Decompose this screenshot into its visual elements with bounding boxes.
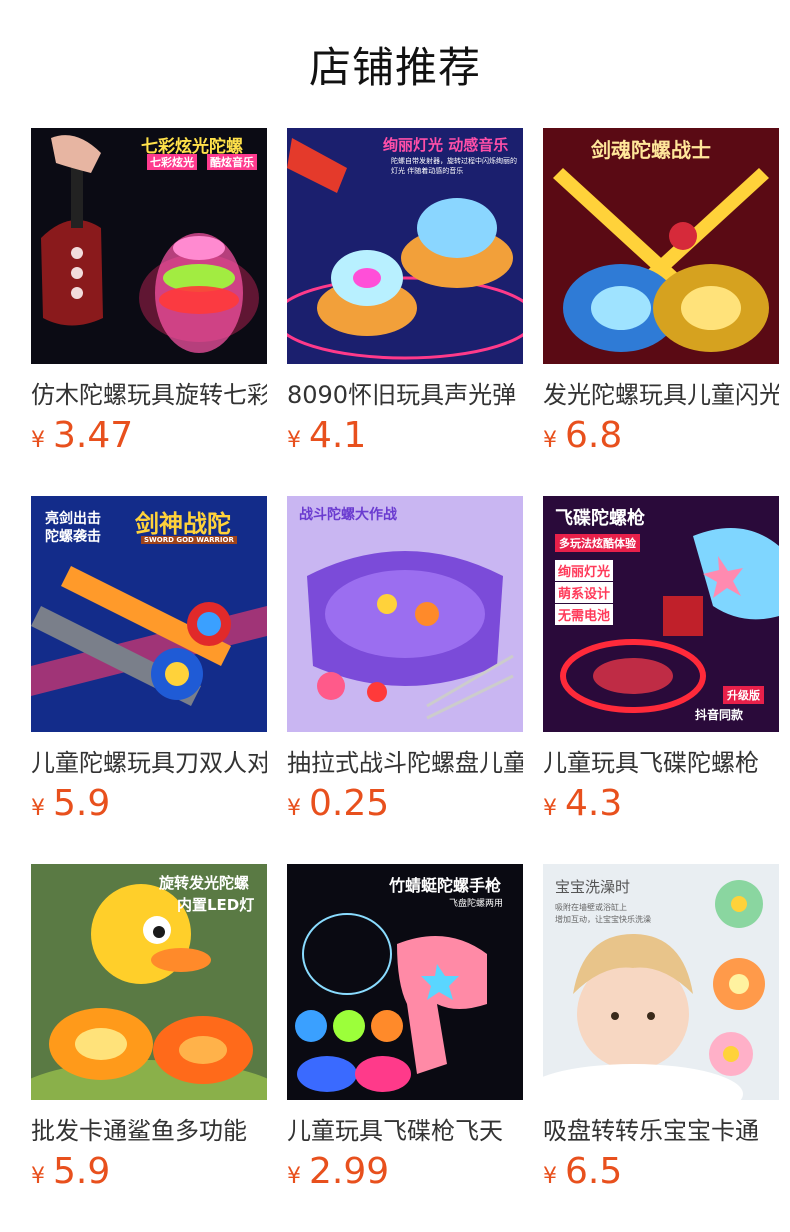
battle-arena-image[interactable]: 战斗陀螺大作战 xyxy=(287,496,523,732)
image-caption-sub: SWORD GOD WARRIOR xyxy=(141,536,237,544)
image-caption: 剑魂陀螺战士 xyxy=(591,138,711,162)
product-title[interactable]: 发光陀螺玩具儿童闪光 xyxy=(543,378,779,412)
product-price: 5.9 xyxy=(53,783,111,824)
product-card[interactable]: 飞碟陀螺枪 多玩法炫酷体验 绚丽灯光 萌系设计 无需电池 升级版 抖音同款 儿童… xyxy=(543,496,779,824)
product-card[interactable]: 七彩炫光陀螺 七彩炫光 酷炫音乐 仿木陀螺玩具旋转七彩 ¥3.47 xyxy=(31,128,267,456)
price-row: ¥4.1 xyxy=(287,416,523,456)
image-caption: 战斗陀螺大作战 xyxy=(299,507,397,523)
product-card[interactable]: 剑魂陀螺战士 发光陀螺玩具儿童闪光 ¥6.8 xyxy=(543,128,779,456)
image-subcaption: 增加互动，让宝宝快乐洗澡 xyxy=(555,915,651,924)
product-card[interactable]: 亮剑出击 陀螺袭击 剑神战陀 SWORD GOD WARRIOR 儿童陀螺玩具刀… xyxy=(31,496,267,824)
product-card[interactable]: 战斗陀螺大作战 抽拉式战斗陀螺盘儿童 ¥0.25 xyxy=(287,496,523,824)
image-brand: 抖音同款 xyxy=(695,708,744,722)
product-card[interactable]: 旋转发光陀螺 内置LED灯 批发卡通鲨鱼多功能 ¥5.9 xyxy=(31,864,267,1192)
light-spinning-top-image[interactable]: 七彩炫光陀螺 七彩炫光 酷炫音乐 xyxy=(31,128,267,364)
image-badge: 酷炫音乐 xyxy=(207,154,257,170)
image-side-text: 陀螺袭击 xyxy=(45,529,101,545)
currency-symbol: ¥ xyxy=(31,1164,45,1189)
image-subcaption: 吸附在墙壁或浴缸上 xyxy=(555,903,627,912)
currency-symbol: ¥ xyxy=(31,428,45,453)
price-row: ¥2.99 xyxy=(287,1152,523,1192)
product-title[interactable]: 仿木陀螺玩具旋转七彩 xyxy=(31,378,267,412)
image-badge: 七彩炫光 xyxy=(147,154,197,170)
product-title[interactable]: 吸盘转转乐宝宝卡通 xyxy=(543,1114,779,1148)
product-price: 6.8 xyxy=(565,415,623,456)
glowing-tops-image[interactable]: 绚丽灯光 动感音乐 陀螺自带发射器，旋转过程中闪烁绚丽的灯光 伴随着动感的音乐 xyxy=(287,128,523,364)
duck-top-launcher-image[interactable]: 旋转发光陀螺 内置LED灯 xyxy=(31,864,267,1100)
product-title[interactable]: 批发卡通鲨鱼多功能 xyxy=(31,1114,267,1148)
image-tag: 萌系设计 xyxy=(555,582,614,603)
product-title[interactable]: 8090怀旧玩具声光弹 xyxy=(287,378,523,412)
image-side-text: 亮剑出击 xyxy=(45,511,101,527)
image-caption: 竹蜻蜓陀螺手枪 xyxy=(389,876,502,895)
ufo-top-gun-image[interactable]: 飞碟陀螺枪 多玩法炫酷体验 绚丽灯光 萌系设计 无需电池 升级版 抖音同款 xyxy=(543,496,779,732)
sword-top-launcher-image[interactable]: 亮剑出击 陀螺袭击 剑神战陀 SWORD GOD WARRIOR xyxy=(31,496,267,732)
image-caption: 剑神战陀 xyxy=(135,510,231,538)
product-price: 6.5 xyxy=(565,1151,623,1192)
product-price: 3.47 xyxy=(53,415,134,456)
image-caption: 内置LED灯 xyxy=(177,896,255,914)
image-subcaption: 飞盘陀螺两用 xyxy=(449,899,504,909)
image-caption: 旋转发光陀螺 xyxy=(159,874,250,892)
price-row: ¥4.3 xyxy=(543,784,779,824)
sword-spinner-image[interactable]: 剑魂陀螺战士 xyxy=(543,128,779,364)
product-title[interactable]: 儿童玩具飞碟枪飞天 xyxy=(287,1114,523,1148)
currency-symbol: ¥ xyxy=(287,1164,301,1189)
image-caption: 宝宝洗澡时 xyxy=(555,878,631,896)
price-row: ¥3.47 xyxy=(31,416,267,456)
currency-symbol: ¥ xyxy=(543,796,557,821)
product-title[interactable]: 抽拉式战斗陀螺盘儿童 xyxy=(287,746,523,780)
currency-symbol: ¥ xyxy=(287,428,301,453)
price-row: ¥5.9 xyxy=(31,784,267,824)
price-row: ¥0.25 xyxy=(287,784,523,824)
product-price: 2.99 xyxy=(309,1151,390,1192)
image-subcaption: 陀螺自带发射器，旋转过程中闪烁绚丽的灯光 伴随着动感的音乐 xyxy=(391,157,517,175)
image-caption: 飞碟陀螺枪 xyxy=(555,508,645,529)
image-tag: 无需电池 xyxy=(555,604,614,625)
currency-symbol: ¥ xyxy=(543,428,557,453)
suction-spinner-toy-image[interactable]: 宝宝洗澡时 吸附在墙壁或浴缸上 增加互动，让宝宝快乐洗澡 xyxy=(543,864,779,1100)
image-caption: 绚丽灯光 动感音乐 xyxy=(383,136,509,154)
image-badge: 升级版 xyxy=(723,686,764,704)
product-title[interactable]: 儿童陀螺玩具刀双人对 xyxy=(31,746,267,780)
currency-symbol: ¥ xyxy=(543,1164,557,1189)
currency-symbol: ¥ xyxy=(31,796,45,821)
product-grid: 七彩炫光陀螺 七彩炫光 酷炫音乐 仿木陀螺玩具旋转七彩 ¥3.47 绚丽灯光 动… xyxy=(0,0,790,1232)
price-row: ¥6.5 xyxy=(543,1152,779,1192)
dragonfly-top-gun-image[interactable]: 竹蜻蜓陀螺手枪 飞盘陀螺两用 xyxy=(287,864,523,1100)
product-price: 4.3 xyxy=(565,783,623,824)
image-tag: 绚丽灯光 xyxy=(555,560,614,581)
product-card[interactable]: 竹蜻蜓陀螺手枪 飞盘陀螺两用 儿童玩具飞碟枪飞天 ¥2.99 xyxy=(287,864,523,1192)
price-row: ¥6.8 xyxy=(543,416,779,456)
product-card[interactable]: 宝宝洗澡时 吸附在墙壁或浴缸上 增加互动，让宝宝快乐洗澡 吸盘转转乐宝宝卡通 ¥… xyxy=(543,864,779,1192)
image-tag: 多玩法炫酷体验 xyxy=(555,534,640,552)
price-row: ¥5.9 xyxy=(31,1152,267,1192)
product-card[interactable]: 绚丽灯光 动感音乐 陀螺自带发射器，旋转过程中闪烁绚丽的灯光 伴随着动感的音乐 … xyxy=(287,128,523,456)
product-price: 5.9 xyxy=(53,1151,111,1192)
currency-symbol: ¥ xyxy=(287,796,301,821)
product-price: 0.25 xyxy=(309,783,390,824)
product-title[interactable]: 儿童玩具飞碟陀螺枪 xyxy=(543,746,779,780)
product-price: 4.1 xyxy=(309,415,367,456)
